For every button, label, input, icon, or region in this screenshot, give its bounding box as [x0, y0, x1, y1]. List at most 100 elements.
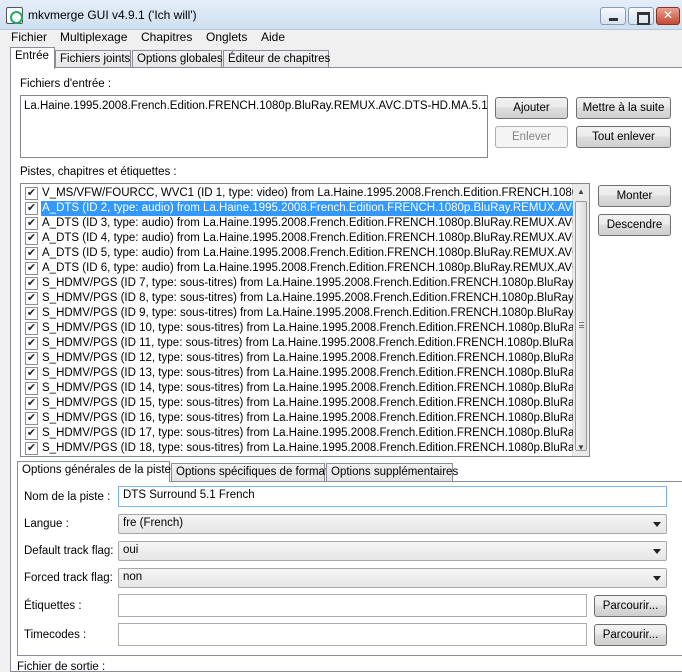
track-checkbox[interactable]: ✔: [25, 217, 38, 230]
track-checkbox[interactable]: ✔: [25, 337, 38, 350]
track-row[interactable]: ✔ S_HDMV/PGS (ID 7, type: sous-titres) fr…: [21, 276, 573, 291]
track-checkbox[interactable]: ✔: [25, 232, 38, 245]
default-flag-select[interactable]: oui: [118, 541, 667, 561]
track-label: S_HDMV/PGS (ID 9, type: sous-titres) fro…: [42, 307, 573, 319]
window-title: mkvmerge GUI v4.9.1 ('Ich will'): [28, 8, 197, 22]
track-row[interactable]: ✔ S_HDMV/PGS (ID 9, type: sous-titres) fr…: [21, 306, 573, 321]
default-flag-label: Default track flag:: [24, 545, 114, 557]
grip-icon: [579, 322, 584, 328]
chevron-down-icon: [653, 522, 661, 527]
close-button[interactable]: [656, 7, 680, 25]
track-row[interactable]: ✔ S_HDMV/PGS (ID 8, type: sous-titres) fr…: [21, 291, 573, 306]
track-row[interactable]: ✔ S_HDMV/PGS (ID 18, type: sous-titres) f…: [21, 441, 573, 456]
menu-onglets[interactable]: Onglets: [206, 30, 247, 44]
remove-button[interactable]: Enlever: [495, 126, 568, 148]
timecodes-browse-button[interactable]: Parcourir...: [594, 624, 667, 646]
output-file-label: Fichier de sortie :: [17, 661, 106, 672]
track-row[interactable]: ✔ A_DTS (ID 5, type: audio) from La.Haine…: [21, 246, 573, 261]
track-label: S_HDMV/PGS (ID 14, type: sous-titres) fr…: [42, 382, 573, 394]
language-select[interactable]: fre (French): [118, 514, 667, 534]
tags-browse-button[interactable]: Parcourir...: [594, 595, 667, 617]
track-checkbox[interactable]: ✔: [25, 397, 38, 410]
track-checkbox[interactable]: ✔: [25, 382, 38, 395]
language-value: fre (French): [123, 517, 184, 529]
remove-all-button[interactable]: Tout enlever: [576, 126, 671, 148]
track-checkbox[interactable]: ✔: [25, 292, 38, 305]
tracks-list[interactable]: ▲ ▼ ✔ V_MS/VFW/FOURCC, WVC1 (ID 1, type: …: [20, 183, 590, 457]
title-bar: mkvmerge GUI v4.9.1 ('Ich will'): [0, 0, 682, 30]
menu-chapitres[interactable]: Chapitres: [141, 30, 192, 44]
scroll-up-arrow-icon[interactable]: ▲: [573, 184, 589, 200]
forced-flag-label: Forced track flag:: [24, 572, 113, 584]
input-files-list[interactable]: La.Haine.1995.2008.French.Edition.FRENCH…: [20, 95, 488, 158]
tags-input[interactable]: [118, 594, 587, 617]
track-row[interactable]: ✔ S_HDMV/PGS (ID 17, type: sous-titres) f…: [21, 426, 573, 441]
track-checkbox[interactable]: ✔: [25, 442, 38, 455]
tracks-label: Pistes, chapitres et étiquettes :: [20, 166, 177, 178]
track-label: A_DTS (ID 4, type: audio) from La.Haine.…: [42, 232, 573, 244]
track-label: S_HDMV/PGS (ID 11, type: sous-titres) fr…: [42, 337, 573, 349]
forced-flag-select[interactable]: non: [118, 568, 667, 588]
maximize-button[interactable]: [628, 7, 654, 25]
track-name-label: Nom de la piste :: [24, 491, 111, 503]
track-checkbox[interactable]: ✔: [25, 367, 38, 380]
track-row[interactable]: ✔ S_HDMV/PGS (ID 15, type: sous-titres) f…: [21, 396, 573, 411]
track-label: S_HDMV/PGS (ID 7, type: sous-titres) fro…: [42, 277, 573, 289]
track-checkbox[interactable]: ✔: [25, 412, 38, 425]
input-file-item[interactable]: La.Haine.1995.2008.French.Edition.FRENCH…: [24, 100, 487, 112]
track-row[interactable]: ✔ S_HDMV/PGS (ID 16, type: sous-titres) f…: [21, 411, 573, 426]
forced-flag-value: non: [123, 571, 143, 583]
track-checkbox[interactable]: ✔: [25, 322, 38, 335]
track-row[interactable]: ✔ A_DTS (ID 3, type: audio) from La.Haine…: [21, 216, 573, 231]
track-label: A_DTS (ID 3, type: audio) from La.Haine.…: [42, 217, 573, 229]
input-files-label: Fichiers d'entrée :: [20, 78, 112, 90]
track-label: S_HDMV/PGS (ID 8, type: sous-titres) fro…: [42, 292, 573, 304]
track-checkbox[interactable]: ✔: [25, 352, 38, 365]
track-checkbox[interactable]: ✔: [25, 262, 38, 275]
move-down-button[interactable]: Descendre: [598, 214, 671, 236]
tab-format-specific-options[interactable]: Options spécifiques de format: [171, 463, 328, 482]
track-row[interactable]: ✔ A_DTS (ID 2, type: audio) from La.Haine…: [21, 201, 573, 216]
track-row[interactable]: ✔ S_HDMV/PGS (ID 13, type: sous-titres) f…: [21, 366, 573, 381]
track-label: A_DTS (ID 5, type: audio) from La.Haine.…: [42, 247, 573, 259]
track-name-input[interactable]: DTS Surround 5.1 French: [118, 486, 667, 507]
default-flag-value: oui: [123, 544, 139, 556]
track-row[interactable]: ✔ S_HDMV/PGS (ID 11, type: sous-titres) f…: [21, 336, 573, 351]
timecodes-label: Timecodes :: [24, 629, 87, 641]
track-row[interactable]: ✔ A_DTS (ID 4, type: audio) from La.Haine…: [21, 231, 573, 246]
track-checkbox[interactable]: ✔: [25, 187, 38, 200]
track-row[interactable]: ✔ S_HDMV/PGS (ID 10, type: sous-titres) f…: [21, 321, 573, 336]
track-row[interactable]: ✔ S_HDMV/PGS (ID 14, type: sous-titres) f…: [21, 381, 573, 396]
menu-aide[interactable]: Aide: [261, 30, 285, 44]
track-label: S_HDMV/PGS (ID 12, type: sous-titres) fr…: [42, 352, 573, 364]
tab-entree[interactable]: Entrée: [10, 47, 55, 69]
language-label: Langue :: [24, 518, 69, 530]
minimize-button[interactable]: [600, 7, 626, 25]
menu-multiplexage[interactable]: Multiplexage: [60, 30, 127, 44]
track-checkbox[interactable]: ✔: [25, 277, 38, 290]
track-label: S_HDMV/PGS (ID 17, type: sous-titres) fr…: [42, 427, 573, 439]
append-button[interactable]: Mettre à la suite: [576, 97, 671, 119]
move-up-button[interactable]: Monter: [598, 185, 671, 207]
tags-label: Étiquettes :: [24, 600, 82, 612]
menu-fichier[interactable]: Fichier: [11, 30, 47, 44]
tab-extra-options[interactable]: Options supplémentaires: [326, 463, 458, 482]
track-label: S_HDMV/PGS (ID 13, type: sous-titres) fr…: [42, 367, 573, 379]
track-row[interactable]: ✔ A_DTS (ID 6, type: audio) from La.Haine…: [21, 261, 573, 276]
tab-general-track-options[interactable]: Options générales de la piste: [17, 461, 171, 482]
scroll-thumb[interactable]: [575, 201, 587, 451]
track-label: S_HDMV/PGS (ID 15, type: sous-titres) fr…: [42, 397, 573, 409]
menu-bar: Fichier Multiplexage Chapitres Onglets A…: [0, 30, 682, 48]
track-row[interactable]: ✔ S_HDMV/PGS (ID 12, type: sous-titres) f…: [21, 351, 573, 366]
track-checkbox[interactable]: ✔: [25, 247, 38, 260]
track-checkbox[interactable]: ✔: [25, 307, 38, 320]
track-checkbox[interactable]: ✔: [25, 202, 38, 215]
timecodes-input[interactable]: [118, 623, 587, 646]
tracks-scrollbar[interactable]: ▲ ▼: [572, 184, 589, 456]
scroll-down-arrow-icon[interactable]: ▼: [573, 440, 589, 456]
add-button[interactable]: Ajouter: [495, 97, 568, 119]
track-row[interactable]: ✔ V_MS/VFW/FOURCC, WVC1 (ID 1, type: vide…: [21, 186, 573, 201]
track-label: A_DTS (ID 6, type: audio) from La.Haine.…: [42, 262, 573, 274]
track-checkbox[interactable]: ✔: [25, 427, 38, 440]
chevron-down-icon: [653, 549, 661, 554]
